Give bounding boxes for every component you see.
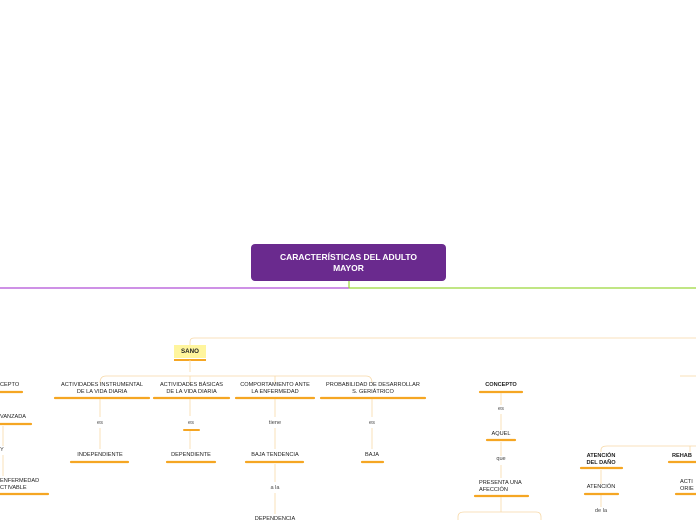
connector-sano-children <box>99 360 373 384</box>
node-cat1-line2: DE LA VIDA DIARIA <box>76 388 128 395</box>
connector-a-la: a la <box>270 485 280 491</box>
node-atencion-dano-line2: DEL DAÑO <box>586 459 616 466</box>
node-concepto[interactable]: CONCEPTO <box>476 382 526 389</box>
connector-presenta-children <box>457 497 542 520</box>
node-rehabilitacion[interactable]: REHAB <box>672 453 692 460</box>
node-left-enfermedad[interactable]: ENFERMEDAD CTIVABLE <box>0 478 39 492</box>
connector-es-right: es <box>498 406 504 412</box>
central-topic-line2: MAYOR <box>333 262 364 273</box>
connector-tiene: tiene <box>268 420 282 426</box>
node-atencion[interactable]: ATENCIÓN <box>582 484 620 491</box>
node-sano[interactable]: SANO <box>174 345 206 358</box>
node-cat1-line1: ACTIVIDADES INSTRUMENTAL <box>61 382 143 388</box>
node-probabilidad[interactable]: PROBABILIDAD DE DESARROLLAR S. GERIÁTRIC… <box>321 382 425 396</box>
node-baja[interactable]: BAJA <box>358 452 386 459</box>
connector-que: que <box>496 456 506 462</box>
node-acti-line2: ORIE <box>680 485 694 492</box>
connector-left-y: Y <box>0 447 4 453</box>
connector-atencion-branch <box>600 445 696 452</box>
node-dependencia[interactable]: DEPENDENCIA <box>245 516 305 523</box>
node-left-enfermedad-line2: CTIVABLE <box>0 484 27 491</box>
node-left-enfermedad-line1: ENFERMEDAD <box>0 478 40 484</box>
node-cat3-line2: LA ENFERMEDAD <box>251 388 299 395</box>
connector-de-la: de la <box>594 508 608 514</box>
connector-es-2: es <box>188 420 194 426</box>
node-presenta-afeccion[interactable]: PRESENTA UNA AFECCIÓN <box>479 480 522 494</box>
node-baja-tendencia[interactable]: BAJA TENDENCIA <box>240 452 310 459</box>
node-actividades-basicas[interactable]: ACTIVIDADES BÁSICAS DE LA VIDA DIARIA <box>154 382 229 396</box>
central-topic[interactable]: CARACTERÍSTICAS DEL ADULTO MAYOR <box>251 244 446 281</box>
node-presenta-line2: AFECCIÓN <box>479 486 508 493</box>
node-atencion-dano-line1: ATENCIÓN <box>586 453 616 459</box>
node-cat4-line2: S. GERIÁTRICO <box>352 388 394 395</box>
node-cat2-line2: DE LA VIDA DIARIA <box>166 388 217 395</box>
node-comportamiento[interactable]: COMPORTAMIENTO ANTE LA ENFERMEDAD <box>236 382 314 396</box>
node-acti-line1: ACTI <box>680 479 693 485</box>
node-left-concepto[interactable]: CEPTO <box>0 382 19 389</box>
node-presenta-line1: PRESENTA UNA <box>479 480 522 486</box>
node-cat4-line1: PROBABILIDAD DE DESARROLLAR <box>326 382 420 388</box>
node-aquel[interactable]: AQUEL <box>481 431 521 438</box>
node-dependiente[interactable]: DEPENDIENTE <box>160 452 222 459</box>
node-atencion-dano[interactable]: ATENCIÓN DEL DAÑO <box>578 453 624 467</box>
node-cat3-line1: COMPORTAMIENTO ANTE <box>240 382 310 388</box>
central-topic-line1: CARACTERÍSTICAS DEL ADULTO <box>279 251 418 262</box>
node-left-avanzada[interactable]: VANZADA <box>0 414 26 421</box>
connector-cat-verticals <box>99 399 373 514</box>
node-actividades-instrumental[interactable]: ACTIVIDADES INSTRUMENTAL DE LA VIDA DIAR… <box>55 382 149 396</box>
node-independiente[interactable]: INDEPENDIENTE <box>65 452 135 459</box>
connector-sano-branch <box>189 337 696 345</box>
node-cat2-line1: ACTIVIDADES BÁSICAS <box>159 382 224 388</box>
connector-es-4: es <box>369 420 375 426</box>
connector-es-1: es <box>97 420 103 426</box>
node-actividades-orientacion[interactable]: ACTI ORIE <box>680 479 694 493</box>
